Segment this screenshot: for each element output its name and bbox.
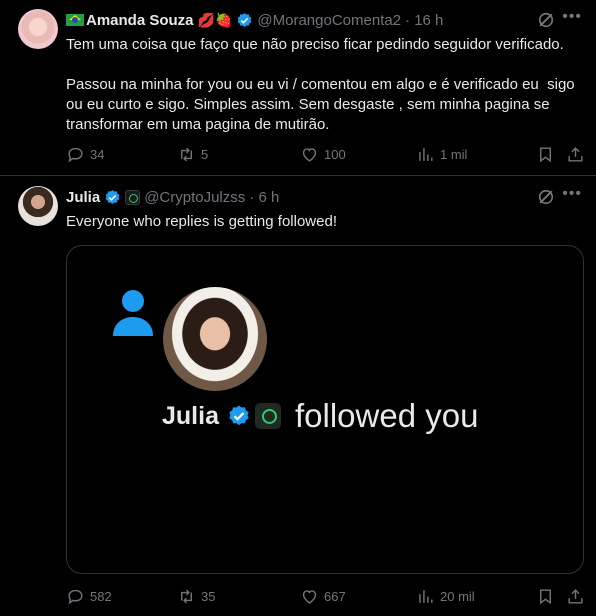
share-button[interactable] xyxy=(566,585,585,607)
bookmark-button[interactable] xyxy=(536,143,555,165)
repost-button[interactable]: 35 xyxy=(177,585,215,607)
like-icon xyxy=(302,589,317,604)
avatar[interactable] xyxy=(18,9,58,49)
like-button[interactable]: 100 xyxy=(300,143,346,165)
more-icon[interactable]: ••• xyxy=(562,185,582,203)
affiliate-badge-icon xyxy=(125,189,141,205)
author-handle[interactable]: @MorangoComenta2 xyxy=(257,12,401,29)
author-emojis: 💋🍓 xyxy=(197,11,233,28)
like-button[interactable]: 667 xyxy=(300,585,346,607)
views-button[interactable]: 20 mil xyxy=(416,585,475,607)
reply-icon xyxy=(68,147,83,162)
verified-badge-icon xyxy=(238,12,252,27)
timestamp[interactable]: · 6 h xyxy=(249,189,279,206)
views-count: 1 mil xyxy=(440,146,468,162)
verified-badge-icon xyxy=(229,405,249,426)
repost-icon xyxy=(181,589,192,603)
repost-count: 5 xyxy=(201,146,209,162)
reply-button[interactable]: 34 xyxy=(66,143,104,165)
bookmark-button[interactable] xyxy=(536,585,555,607)
share-icon xyxy=(568,146,583,162)
views-count: 20 mil xyxy=(440,588,475,604)
bookmark-icon xyxy=(540,146,551,162)
author-name[interactable]: Amanda Souza xyxy=(86,12,194,29)
tweet-image[interactable]: Julia followed you xyxy=(66,245,584,574)
views-icon xyxy=(419,589,433,603)
author-name[interactable]: Julia xyxy=(66,189,100,206)
affiliate-badge-icon xyxy=(254,403,281,429)
action-bar: 34 5 100 1 mil xyxy=(66,143,586,165)
verified-badge-icon xyxy=(105,189,120,204)
grok-icon[interactable] xyxy=(536,10,556,30)
tweet-header: Julia @CryptoJulzss · 6 h xyxy=(66,187,279,207)
reply-icon xyxy=(68,589,83,604)
like-icon xyxy=(302,147,317,162)
views-button[interactable]: 1 mil xyxy=(416,143,467,165)
notice-name: Julia xyxy=(162,401,219,430)
notice-caption: followed you xyxy=(294,397,479,434)
like-count: 100 xyxy=(324,146,346,162)
author-handle[interactable]: @CryptoJulzss xyxy=(144,189,245,206)
tweet[interactable]: Julia @CryptoJulzss · 6 h ••• Everyone w… xyxy=(0,177,596,616)
bookmark-icon xyxy=(540,588,551,604)
reply-button[interactable]: 582 xyxy=(66,585,112,607)
share-button[interactable] xyxy=(566,143,585,165)
like-count: 667 xyxy=(324,588,346,604)
action-bar: 582 35 667 20 mil xyxy=(66,585,586,607)
views-icon xyxy=(419,147,433,161)
reply-count: 582 xyxy=(90,588,112,604)
share-icon xyxy=(568,588,583,604)
timestamp[interactable]: · 16 h xyxy=(405,12,443,29)
reply-count: 34 xyxy=(90,146,105,162)
more-icon[interactable]: ••• xyxy=(562,8,582,26)
user-silhouette-icon xyxy=(113,290,153,336)
avatar[interactable] xyxy=(18,186,58,226)
repost-icon xyxy=(181,147,192,161)
grok-icon[interactable] xyxy=(536,187,556,207)
flag-brazil-icon xyxy=(66,14,84,26)
profile-photo xyxy=(163,287,267,391)
repost-button[interactable]: 5 xyxy=(177,143,208,165)
tweet-text: Tem uma coisa que faço que não preciso f… xyxy=(66,36,575,133)
followed-notice: Julia followed you xyxy=(162,396,478,436)
repost-count: 35 xyxy=(201,588,216,604)
tweet-text: Everyone who replies is getting followed… xyxy=(66,213,337,230)
tweet[interactable]: Amanda Souza 💋🍓 @MorangoComenta2 · 16 h … xyxy=(0,0,596,176)
tweet-header: Amanda Souza 💋🍓 @MorangoComenta2 · 16 h xyxy=(66,10,443,30)
